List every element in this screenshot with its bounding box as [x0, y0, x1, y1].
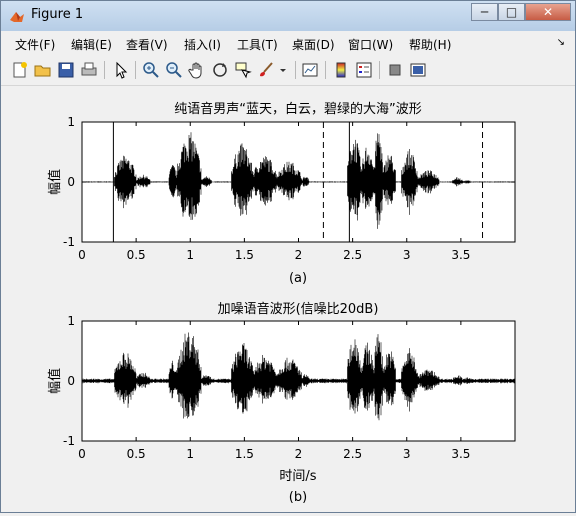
hide-plot-tools-icon[interactable]: [386, 61, 404, 79]
x-tick-label: 2.5: [343, 248, 362, 262]
menu-tools[interactable]: 工具(T): [237, 36, 278, 53]
close-icon: ✕: [542, 5, 554, 19]
menu-dock-arrow-icon[interactable]: ↘: [557, 37, 565, 48]
legend-icon[interactable]: [355, 61, 373, 79]
menu-edit[interactable]: 编辑(E): [71, 36, 112, 53]
toolbar-separator: [325, 61, 326, 79]
menu-view[interactable]: 查看(V): [126, 36, 168, 53]
x-tick-label: 0.5: [127, 447, 146, 461]
figure-toolbar: [1, 55, 575, 86]
y-tick-label: -1: [63, 434, 75, 448]
window-controls: ─ □ ✕: [471, 3, 571, 23]
y-tick-label: 0: [67, 374, 75, 388]
axes-a[interactable]: 纯语音男声“蓝天，白云，碧绿的大海”波形 幅值 (a) 0 0.5 1 1.5 2 2.5…: [47, 101, 516, 286]
x-tick-label: 3: [403, 248, 411, 262]
menu-window[interactable]: 窗口(W): [348, 36, 393, 53]
show-plot-tools-icon[interactable]: [409, 61, 427, 79]
toolbar-separator: [135, 61, 136, 79]
axes-b-xlabel: 时间/s: [279, 469, 316, 484]
figure-svg: 纯语音男声“蓝天，白云，碧绿的大海”波形 幅值 (a) 0 0.5 1 1.5 2 2.5…: [47, 101, 516, 505]
open-icon[interactable]: [34, 61, 52, 79]
save-icon[interactable]: [57, 61, 75, 79]
figure-window: Figure 1 ─ □ ✕ 文件(F) 编辑(E) 查看(V) 插入(I) 工…: [0, 0, 576, 513]
axes-a-title: 纯语音男声“蓝天，白云，碧绿的大海”波形: [174, 101, 421, 117]
title-bar[interactable]: Figure 1 ─ □ ✕: [1, 1, 575, 31]
minimize-icon: ─: [480, 5, 489, 19]
maximize-button[interactable]: □: [498, 3, 525, 21]
x-tick-label: 2: [295, 447, 303, 461]
x-tick-label: 3: [403, 447, 411, 461]
brush-menu-icon[interactable]: [278, 61, 288, 79]
x-tick-label: 0: [78, 248, 86, 262]
matlab-logo-icon: [10, 12, 24, 22]
axes-b-ylabel: 幅值: [47, 368, 63, 394]
x-tick-label: 0.5: [127, 248, 146, 262]
y-tick-label: 1: [67, 314, 75, 328]
menu-insert[interactable]: 插入(I): [184, 36, 221, 53]
minimize-button[interactable]: ─: [471, 3, 498, 21]
menu-file[interactable]: 文件(F): [15, 36, 55, 53]
axes-a-caption: (a): [289, 271, 307, 286]
x-tick-label: 1.5: [235, 248, 254, 262]
figure-canvas: 纯语音男声“蓝天，白云，碧绿的大海”波形 幅值 (a) 0 0.5 1 1.5 2 2.5…: [1, 86, 575, 512]
x-tick-label: 1.5: [235, 447, 254, 461]
axes-b[interactable]: 加噪语音波形(信噪比20dB) 幅值 时间/s (b) 0 0.5 1 1.5 2 2.5…: [47, 301, 516, 505]
menu-bar: 文件(F) 编辑(E) 查看(V) 插入(I) 工具(T) 桌面(D) 窗口(W…: [1, 31, 575, 55]
print-icon[interactable]: [80, 61, 98, 79]
pointer-icon[interactable]: [112, 61, 130, 79]
link-plot-icon[interactable]: [301, 61, 319, 79]
y-tick-label: -1: [63, 235, 75, 249]
maximize-icon: □: [505, 5, 518, 19]
rotate-3d-icon[interactable]: [211, 61, 229, 79]
y-tick-label: 0: [67, 175, 75, 189]
x-tick-label: 3.5: [451, 248, 470, 262]
zoom-out-icon[interactable]: [165, 61, 183, 79]
axes-b-caption: (b): [289, 490, 307, 505]
window-title: Figure 1: [31, 7, 84, 22]
menu-help[interactable]: 帮助(H): [409, 36, 451, 53]
close-button[interactable]: ✕: [525, 3, 571, 21]
zoom-in-icon[interactable]: [142, 61, 160, 79]
axes-a-ylabel: 幅值: [47, 169, 63, 195]
x-tick-label: 2.5: [343, 447, 362, 461]
x-tick-label: 1: [186, 248, 194, 262]
pan-icon[interactable]: [188, 61, 206, 79]
x-tick-label: 0: [78, 447, 86, 461]
toolbar-separator: [379, 61, 380, 79]
new-figure-icon[interactable]: [11, 61, 29, 79]
x-tick-label: 3.5: [451, 447, 470, 461]
colorbar-icon[interactable]: [332, 61, 350, 79]
axes-b-title: 加噪语音波形(信噪比20dB): [218, 301, 379, 317]
x-tick-label: 2: [295, 248, 303, 262]
toolbar-separator: [295, 61, 296, 79]
brush-icon[interactable]: [257, 61, 275, 79]
x-tick-label: 1: [186, 447, 194, 461]
data-cursor-icon[interactable]: [234, 61, 252, 79]
y-tick-label: 1: [67, 115, 75, 129]
menu-desktop[interactable]: 桌面(D): [292, 36, 335, 53]
toolbar-separator: [104, 61, 105, 79]
